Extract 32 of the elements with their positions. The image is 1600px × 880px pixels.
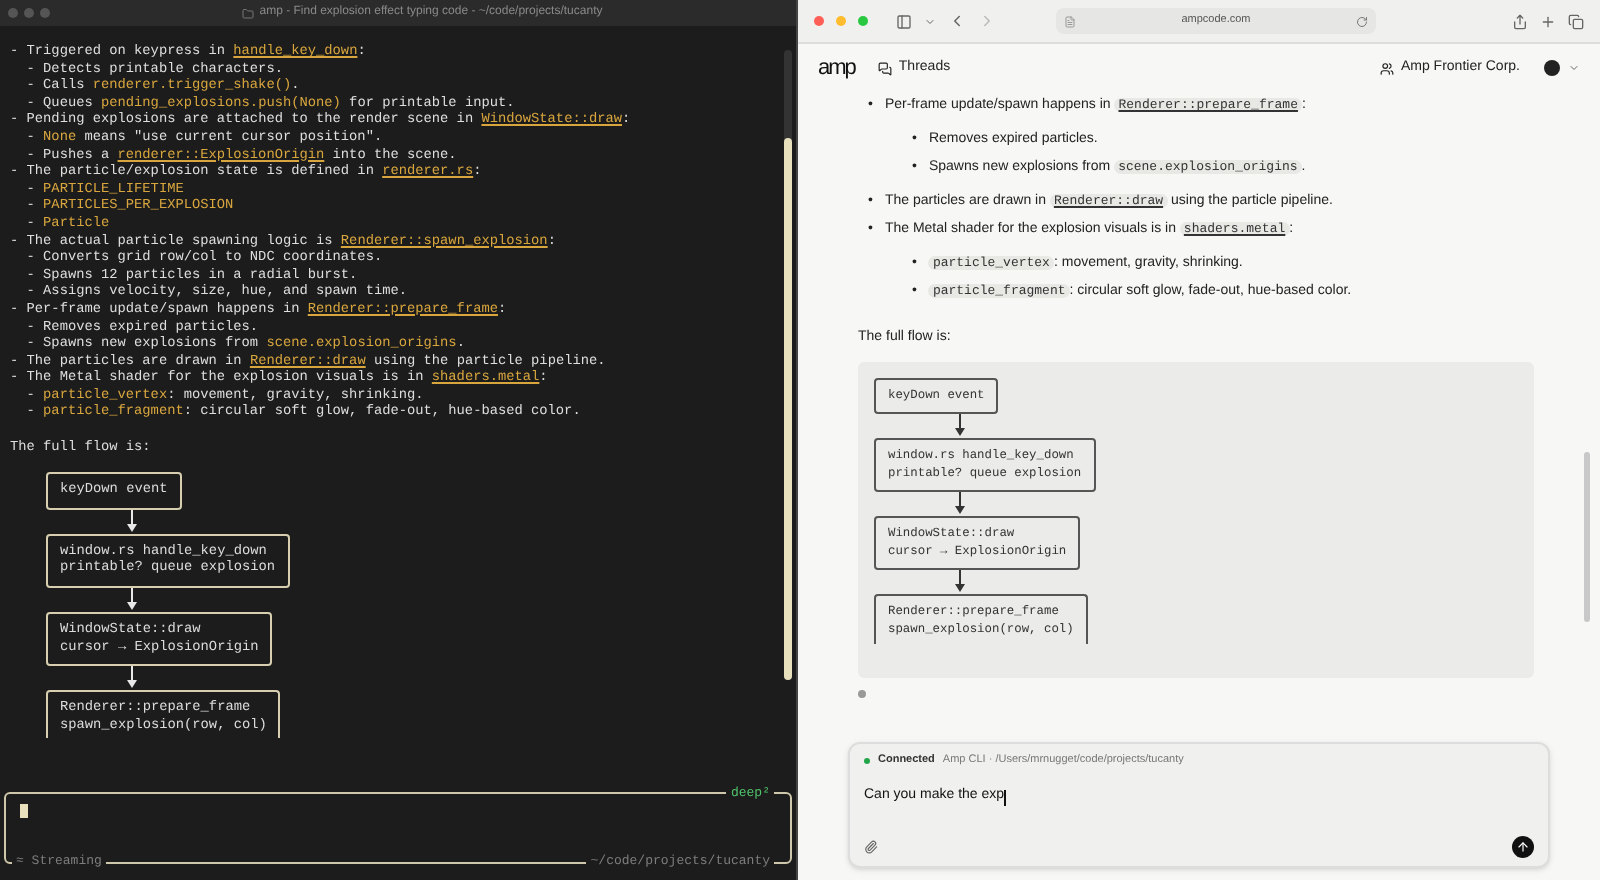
close-icon[interactable] — [8, 8, 18, 18]
back-icon[interactable] — [948, 12, 966, 30]
scrollbar-thumb[interactable] — [1584, 452, 1590, 622]
chat-icon — [878, 61, 893, 75]
text-cursor — [20, 804, 28, 818]
users-icon — [1380, 61, 1395, 75]
sidebar-icon[interactable] — [896, 13, 912, 29]
down-arrow-icon — [126, 509, 138, 534]
chevron-down-icon[interactable] — [924, 15, 936, 27]
share-icon[interactable] — [1512, 13, 1528, 29]
minimize-icon[interactable] — [836, 16, 846, 26]
close-icon[interactable] — [814, 16, 824, 26]
arrow-up-icon — [1516, 840, 1530, 854]
new-tab-icon[interactable] — [1540, 13, 1556, 29]
reload-icon[interactable] — [1356, 15, 1368, 27]
avatar[interactable] — [1544, 60, 1560, 76]
chevron-down-icon[interactable] — [1568, 62, 1580, 74]
down-arrow-icon — [126, 588, 138, 613]
maximize-icon[interactable] — [858, 16, 868, 26]
folder-icon — [241, 7, 254, 19]
maximize-icon[interactable] — [40, 8, 50, 18]
send-button[interactable] — [1512, 836, 1534, 858]
minimize-icon[interactable] — [24, 8, 34, 18]
down-arrow-icon — [126, 666, 138, 691]
page-icon — [1064, 15, 1076, 27]
down-arrow-icon — [954, 570, 966, 595]
down-arrow-icon — [954, 492, 966, 517]
forward-icon[interactable] — [978, 12, 996, 30]
down-arrow-icon — [954, 414, 966, 439]
logo[interactable]: amp — [818, 51, 855, 85]
attach-icon[interactable] — [864, 840, 878, 854]
tabs-icon[interactable] — [1568, 13, 1584, 29]
